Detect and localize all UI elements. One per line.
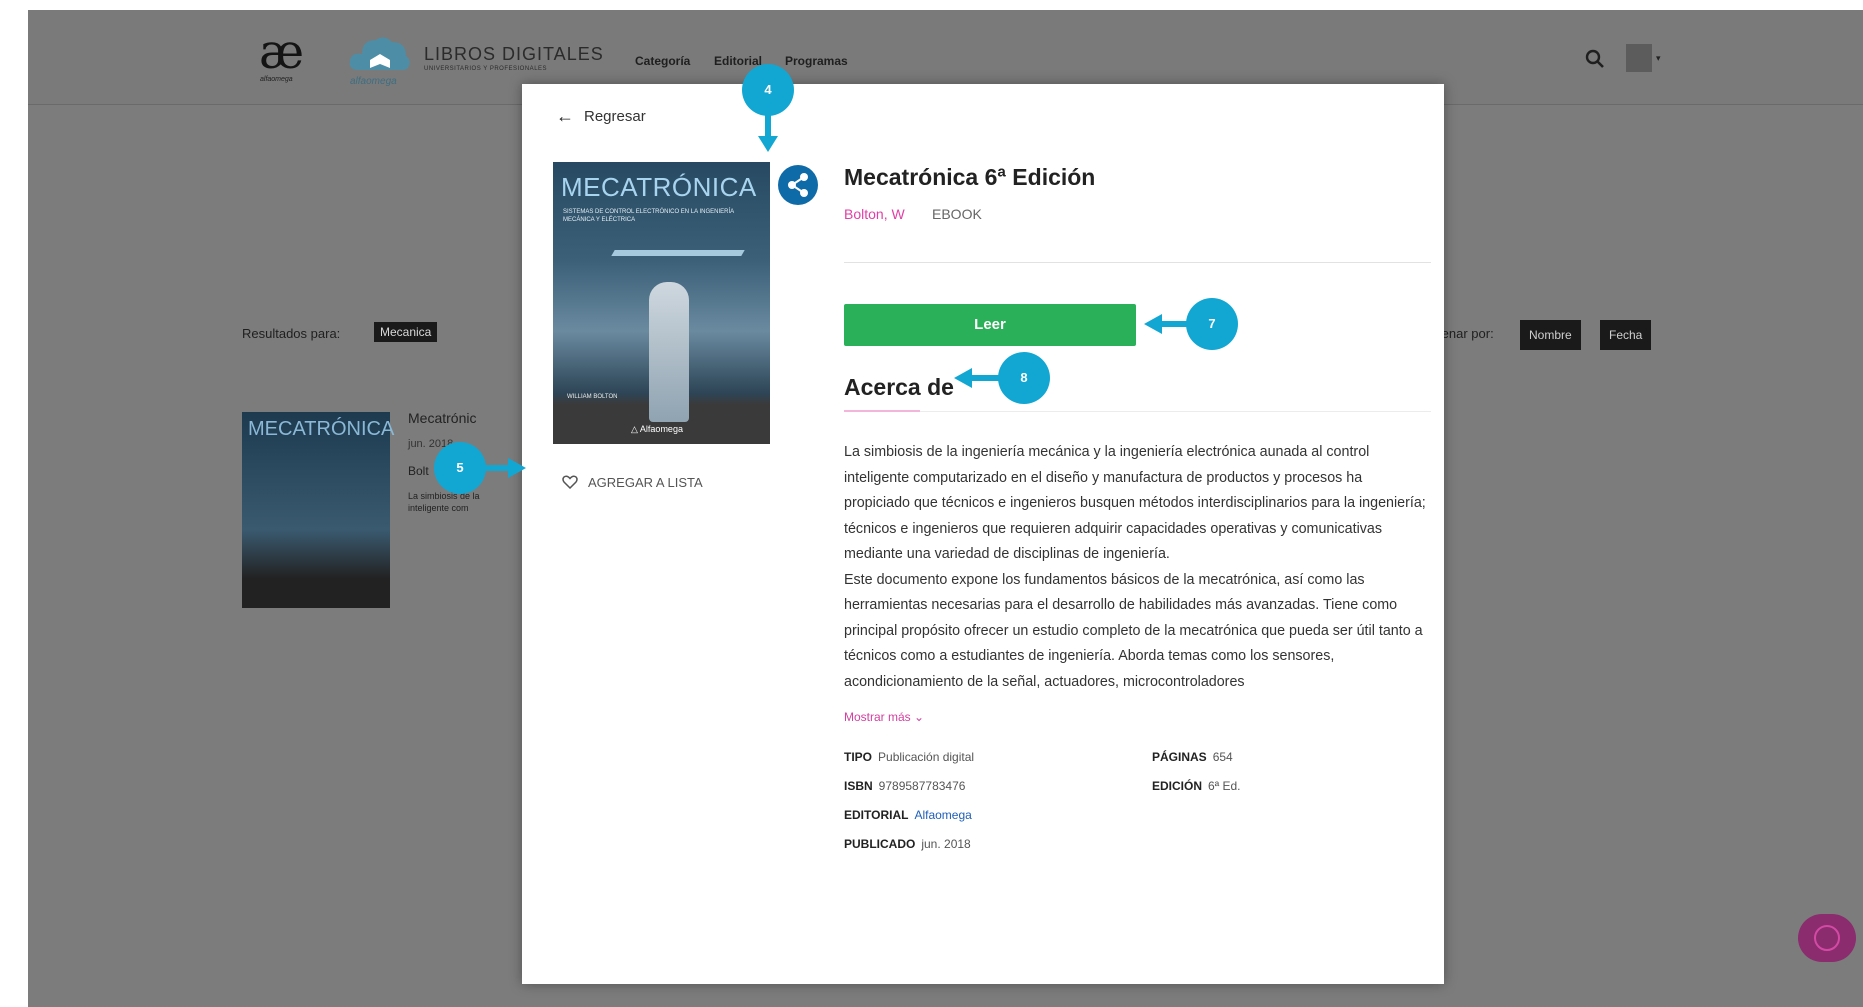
result-book-title[interactable]: Mecatrónic bbox=[408, 410, 476, 426]
detail-tipo: TIPO Publicación digital bbox=[844, 750, 974, 764]
cloud-logo-caption: alfaomega bbox=[350, 76, 397, 87]
heart-icon[interactable] bbox=[562, 475, 578, 489]
back-link[interactable]: Regresar bbox=[584, 108, 646, 125]
detail-value: jun. 2018 bbox=[921, 837, 971, 851]
editorial-link[interactable]: Alfaomega bbox=[914, 808, 971, 822]
cover-subtitle: SISTEMAS DE CONTROL ELECTRÓNICO EN LA IN… bbox=[563, 209, 734, 223]
cover-graphic bbox=[611, 250, 745, 256]
about-divider bbox=[844, 411, 1431, 412]
result-book-description: La simbiosis de la inteligente com bbox=[408, 491, 480, 513]
detail-editorial: EDITORIAL Alfaomega bbox=[844, 808, 972, 822]
read-button[interactable]: Leer bbox=[844, 304, 1136, 346]
description-paragraph: La simbiosis de la ingeniería mecánica y… bbox=[844, 444, 1426, 562]
detail-value: 9789587783476 bbox=[878, 779, 966, 793]
about-underline bbox=[844, 410, 920, 412]
show-more-link[interactable]: Mostrar más ⌄ bbox=[844, 710, 924, 724]
book-detail-modal: ← Regresar MECATRÓNICA SISTEMAS DE CONTR… bbox=[522, 84, 1444, 984]
detail-label: EDICIÓN bbox=[1152, 779, 1203, 793]
callout-4: 4 bbox=[742, 64, 794, 116]
callout-7: 7 bbox=[1186, 298, 1238, 350]
detail-label: PUBLICADO bbox=[844, 837, 916, 851]
sort-date-button[interactable]: Fecha bbox=[1600, 320, 1652, 350]
detail-edicion: EDICIÓN 6ª Ed. bbox=[1152, 779, 1240, 793]
page-overlay: æ alfaomega alfaomega LIBROS DIGITALES U… bbox=[28, 10, 1863, 1007]
cover-robot-arm bbox=[649, 282, 689, 422]
cover-author: WILLIAM BOLTON bbox=[567, 394, 618, 400]
add-to-list-button[interactable]: AGREGAR A LISTA bbox=[588, 475, 703, 490]
result-cover-title: MECATRÓNICA bbox=[248, 418, 395, 440]
description-paragraph: Este documento expone los fundamentos bá… bbox=[844, 571, 1423, 690]
results-label: Resultados para: bbox=[242, 326, 341, 341]
detail-value: 654 bbox=[1212, 750, 1233, 764]
alfaomega-logo[interactable]: æ bbox=[259, 28, 304, 76]
book-title: Mecatrónica 6ª Edición bbox=[844, 164, 1096, 190]
cloud-book-logo-icon bbox=[349, 37, 410, 70]
share-icon bbox=[788, 173, 808, 197]
detail-label: EDITORIAL bbox=[844, 808, 909, 822]
brand-title: LIBROS DIGITALES bbox=[424, 44, 604, 64]
detail-label: ISBN bbox=[844, 779, 873, 793]
callout-5: 5 bbox=[434, 442, 486, 494]
book-description: La simbiosis de la ingeniería mecánica y… bbox=[844, 440, 1431, 698]
divider bbox=[844, 262, 1431, 263]
help-icon[interactable] bbox=[1814, 925, 1840, 951]
detail-value: 6ª Ed. bbox=[1208, 779, 1241, 793]
about-heading: Acerca de bbox=[844, 374, 954, 400]
cover-title: MECATRÓNICA bbox=[561, 172, 757, 202]
nav-programas[interactable]: Programas bbox=[785, 54, 848, 68]
search-term-tag[interactable]: Mecanica bbox=[374, 322, 438, 342]
book-cover: MECATRÓNICA SISTEMAS DE CONTROL ELECTRÓN… bbox=[553, 162, 770, 444]
brand-subtitle: UNIVERSITARIOS Y PROFESIONALES bbox=[424, 66, 548, 72]
detail-publicado: PUBLICADO jun. 2018 bbox=[844, 837, 971, 851]
back-arrow-icon[interactable]: ← bbox=[556, 106, 574, 127]
book-format-badge: EBOOK bbox=[932, 206, 982, 222]
callout-arrow-left-icon bbox=[954, 368, 1000, 388]
detail-label: PÁGINAS bbox=[1152, 750, 1207, 764]
sort-name-button[interactable]: Nombre bbox=[1520, 320, 1581, 350]
user-avatar[interactable] bbox=[1626, 44, 1652, 72]
cover-publisher: △ Alfaomega bbox=[631, 424, 683, 434]
search-icon[interactable] bbox=[1584, 48, 1606, 70]
result-book-cover[interactable]: MECATRÓNICA bbox=[242, 412, 394, 608]
callout-8: 8 bbox=[998, 352, 1050, 404]
detail-value: Publicación digital bbox=[878, 750, 975, 764]
share-button[interactable] bbox=[778, 165, 818, 205]
detail-paginas: PÁGINAS 654 bbox=[1152, 750, 1233, 764]
detail-label: TIPO bbox=[844, 750, 873, 764]
callout-arrow-right-icon bbox=[484, 458, 526, 478]
nav-categoria[interactable]: Categoría bbox=[635, 54, 690, 68]
alfaomega-logo-caption: alfaomega bbox=[260, 76, 293, 83]
detail-isbn: ISBN 9789587783476 bbox=[844, 779, 965, 793]
book-author-link[interactable]: Bolton, W bbox=[844, 206, 905, 222]
callout-arrow-down-icon bbox=[758, 114, 778, 152]
nav-editorial[interactable]: Editorial bbox=[714, 54, 762, 68]
avatar-caret-icon[interactable]: ▾ bbox=[1656, 53, 1661, 64]
callout-arrow-left-icon bbox=[1144, 314, 1188, 334]
result-book-author: Bolt bbox=[408, 464, 429, 478]
